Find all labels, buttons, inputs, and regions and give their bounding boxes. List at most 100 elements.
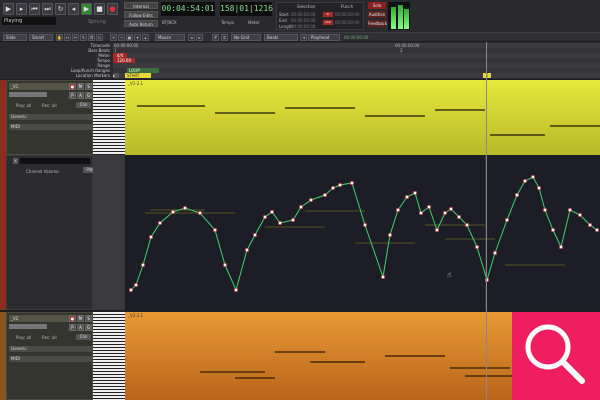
midi-region[interactable]: _V1-2.1 <box>125 80 600 155</box>
markers-ruler[interactable]: ▸ START E <box>113 73 600 78</box>
feedback-button[interactable]: Feedback <box>368 20 387 27</box>
automation-point[interactable] <box>223 263 227 267</box>
automation-point[interactable] <box>323 193 327 197</box>
automation-point[interactable] <box>171 210 175 214</box>
generic-row[interactable]: Generic <box>9 114 92 120</box>
start-marker[interactable]: START <box>125 73 151 78</box>
edit-mode-dropdown[interactable]: Slide <box>3 34 27 41</box>
automation-button[interactable]: A <box>77 92 84 99</box>
automation-point[interactable] <box>435 228 439 232</box>
punch-icon[interactable]: ▶ <box>3 3 14 15</box>
automation-point[interactable] <box>493 251 497 255</box>
zoom-fit-icon[interactable]: ▣ <box>126 34 133 41</box>
automation-point[interactable] <box>158 221 162 225</box>
playlist-button[interactable]: P <box>69 92 76 99</box>
stop-button[interactable]: ■ <box>94 3 105 15</box>
automation-point[interactable] <box>253 233 257 237</box>
snap-icon[interactable]: ⌗ <box>221 34 228 41</box>
automation-point[interactable] <box>388 233 392 237</box>
piano-keyboard[interactable] <box>93 80 125 155</box>
volume-fader[interactable] <box>9 92 47 97</box>
automation-point[interactable] <box>531 175 535 179</box>
punch-in-button[interactable]: In <box>323 12 333 17</box>
beats-dropdown[interactable]: Beats <box>264 34 298 41</box>
automation-point[interactable] <box>338 183 342 187</box>
automation-point[interactable] <box>588 223 592 227</box>
zoom-out-icon[interactable]: − <box>118 34 125 41</box>
automation-point[interactable] <box>213 228 217 232</box>
goto-start-icon[interactable]: ⏮ <box>29 3 40 15</box>
secondary-clock[interactable]: 158|01|1216 <box>220 2 273 16</box>
automation-value-field[interactable] <box>20 158 90 164</box>
grid-dropdown[interactable]: No Grid <box>231 34 261 41</box>
primary-clock[interactable]: 00:04:54:01 <box>161 2 215 16</box>
solo-button[interactable]: Solo <box>368 2 386 9</box>
grab-tool-icon[interactable]: ✋ <box>56 34 63 41</box>
track-header-2[interactable]: _V2 ● M S P A G Play: all Rec: all Chn G… <box>6 312 93 400</box>
zoom-in-icon[interactable]: + <box>110 34 117 41</box>
nudge-clock-icon[interactable]: ⇥ <box>300 34 307 41</box>
automation-point[interactable] <box>595 228 599 232</box>
nudge-forward-icon[interactable]: ▸ <box>196 34 203 41</box>
expand-tracks-icon[interactable]: ▾ <box>134 34 141 41</box>
track-header-1[interactable]: _V1 ● M S P A G Play: all Rec: all Chn G… <box>6 80 93 155</box>
rec-channels[interactable]: Rec: all <box>42 335 57 340</box>
group-button[interactable]: G <box>85 324 92 331</box>
automation-point[interactable] <box>419 211 423 215</box>
automation-point[interactable] <box>350 181 354 185</box>
automation-point[interactable] <box>568 208 572 212</box>
follow-edits-button[interactable]: Follow Edits <box>124 11 158 18</box>
hide-automation-icon[interactable]: × <box>13 158 18 164</box>
loop-icon[interactable]: ↻ <box>55 3 66 15</box>
draw-tool-icon[interactable]: ✎ <box>80 34 87 41</box>
automation-point[interactable] <box>149 235 153 239</box>
automation-point[interactable] <box>523 179 527 183</box>
automation-point[interactable] <box>183 206 187 210</box>
automation-point[interactable] <box>443 211 447 215</box>
automation-point[interactable] <box>551 228 555 232</box>
playhead-dropdown[interactable]: Playhead <box>308 34 340 41</box>
shrink-tracks-icon[interactable]: ▴ <box>142 34 149 41</box>
automation-curve[interactable] <box>125 155 600 310</box>
midi-row[interactable]: MIDI <box>9 356 92 362</box>
nudge-clock[interactable]: 00:00:00:00 <box>344 35 368 40</box>
automation-point[interactable] <box>291 218 295 222</box>
automation-point[interactable] <box>299 205 303 209</box>
ruler-label-markers[interactable]: Location Markers <box>76 73 110 78</box>
content-tool-icon[interactable]: ◇ <box>96 34 103 41</box>
automation-point[interactable] <box>278 221 282 225</box>
automation-point[interactable] <box>543 208 547 212</box>
mute-button[interactable]: M <box>77 83 84 90</box>
track-name-field[interactable]: _V1 <box>9 83 69 90</box>
automation-point[interactable] <box>559 245 563 249</box>
automation-point[interactable] <box>465 223 469 227</box>
nudge-back-icon[interactable]: ◂ <box>188 34 195 41</box>
playhead-line[interactable] <box>486 42 487 400</box>
goto-end-icon[interactable]: ⏭ <box>42 3 53 15</box>
automation-point[interactable] <box>427 205 431 209</box>
solo-track-button[interactable]: S <box>85 315 92 322</box>
punch-out-button[interactable]: Out <box>323 20 333 25</box>
piano-keyboard[interactable] <box>93 312 125 400</box>
generic-row[interactable]: Generic <box>9 346 92 352</box>
automation-point[interactable] <box>198 211 202 215</box>
group-button[interactable]: G <box>85 92 92 99</box>
playlist-button[interactable]: P <box>69 324 76 331</box>
automation-header[interactable]: × Channel Volume Play <box>6 155 98 310</box>
play-button[interactable]: ▶ <box>81 3 92 15</box>
midi-row[interactable]: MIDI <box>9 124 92 130</box>
solo-track-button[interactable]: S <box>85 83 92 90</box>
automation-point[interactable] <box>537 186 541 190</box>
timefx-tool-icon[interactable]: ⏱ <box>88 34 95 41</box>
zoom-search-button[interactable] <box>512 312 600 400</box>
rec-channels[interactable]: Rec: all <box>42 103 57 108</box>
automation-point[interactable] <box>515 193 519 197</box>
automation-point[interactable] <box>449 207 453 211</box>
end-marker[interactable]: E <box>483 73 491 78</box>
play-selection-icon[interactable]: ▸ <box>16 3 27 15</box>
play-channels[interactable]: Play: all <box>16 335 31 340</box>
automation-point[interactable] <box>331 186 335 190</box>
automation-point[interactable] <box>405 195 409 199</box>
channel-button[interactable]: Chn <box>76 102 91 108</box>
mute-button[interactable]: M <box>77 315 84 322</box>
